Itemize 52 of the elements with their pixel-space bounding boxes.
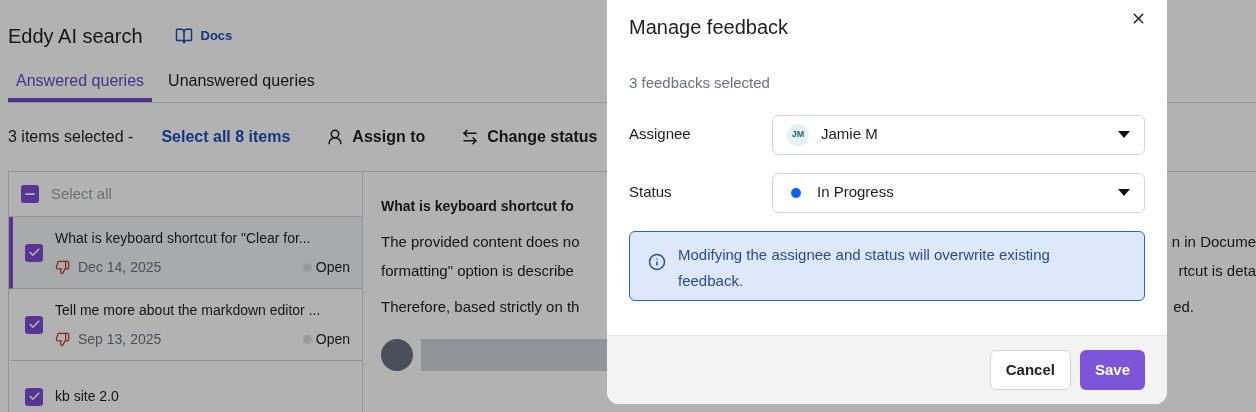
avatar	[381, 338, 413, 371]
query-date: Sep 13, 2025	[78, 329, 162, 349]
caret-icon	[1118, 131, 1130, 138]
select-all-label: Select all	[51, 183, 112, 204]
check-icon	[27, 318, 41, 331]
answer-text: ed.	[1173, 297, 1194, 317]
query-title: What is keyboard shortcut for "Clear for...	[55, 228, 312, 248]
query-date: Dec 14, 2025	[78, 257, 162, 277]
status-label: Open	[315, 257, 350, 277]
field-label: Assignee	[629, 124, 692, 145]
answer-text: Therefore, based strictly on th	[381, 297, 580, 317]
save-button[interactable]: Save	[1079, 350, 1145, 390]
assignee-select[interactable]: JM Jamie M	[772, 114, 1145, 155]
info-icon	[648, 252, 666, 271]
change-status-button[interactable]: Change status	[461, 125, 598, 149]
select-all-checkbox[interactable]	[21, 185, 39, 203]
assign-button[interactable]: Assign to	[326, 125, 426, 149]
user-icon	[326, 128, 345, 146]
tab[interactable]: Unanswered queries	[160, 64, 323, 102]
question-heading: What is keyboard shortcut fo	[381, 197, 575, 216]
docs-link[interactable]: Docs	[174, 26, 233, 46]
modal-title: Manage feedback	[629, 15, 788, 40]
book-icon	[174, 27, 193, 45]
answer-text: n in Docume	[1171, 232, 1256, 252]
selection-summary: 3 items selected -	[8, 127, 134, 147]
query-item[interactable]: Tell me more about the markdown editor ... Sep 13, 2025 Open	[9, 289, 362, 361]
answer-text: The provided content does no	[381, 232, 580, 252]
selection-count: 3 feedbacks selected	[628, 73, 771, 93]
select-all-link[interactable]: Select all 8 items	[161, 125, 291, 149]
field-label: Status	[629, 182, 673, 203]
item-checkbox[interactable]	[25, 315, 43, 334]
answer-text: rtcut is deta	[1178, 260, 1256, 281]
query-item[interactable]: What is keyboard shortcut for "Clear for... Dec 14, 2025 Open	[9, 217, 362, 289]
tab[interactable]: Answered queries	[8, 64, 153, 102]
check-icon	[27, 246, 41, 259]
avatar-initials: JM	[787, 123, 809, 146]
query-title: kb site 2.0	[55, 387, 120, 406]
page-title: Eddy AI search	[8, 24, 143, 49]
item-checkbox[interactable]	[25, 387, 43, 406]
caret-icon	[1118, 189, 1130, 196]
thumbs-down-icon	[55, 331, 70, 347]
answer-text: formatting" option is describe	[381, 260, 574, 281]
item-checkbox[interactable]	[25, 243, 43, 262]
cancel-button[interactable]: Cancel	[989, 350, 1071, 390]
check-icon	[27, 390, 41, 403]
status-select[interactable]: In Progress	[772, 172, 1145, 213]
swap-icon	[461, 128, 480, 146]
status-label: Open	[315, 329, 350, 349]
query-title: Tell me more about the markdown editor ...	[55, 300, 322, 320]
query-item[interactable]: kb site 2.0	[9, 361, 362, 412]
thumbs-down-icon	[55, 259, 70, 275]
notice-text: Modifying the assignee and status will overwrite existing feedback.	[678, 244, 1051, 291]
